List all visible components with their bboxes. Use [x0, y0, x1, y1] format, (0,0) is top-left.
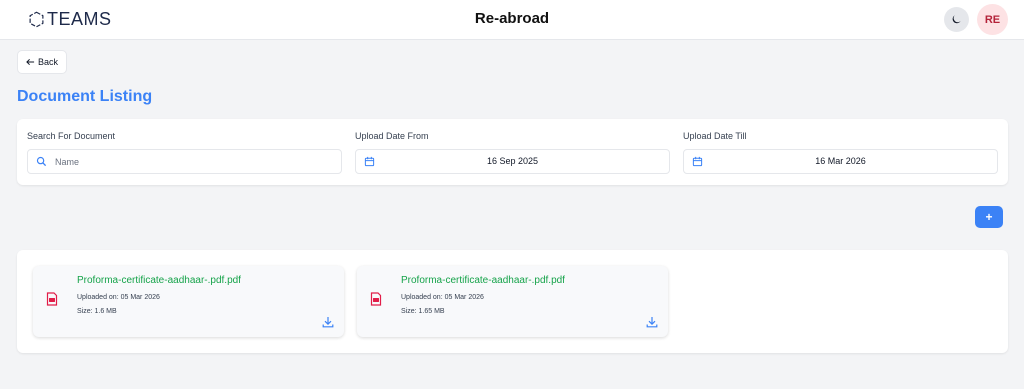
search-label: Search For Document — [27, 131, 116, 141]
add-document-button[interactable]: + — [975, 206, 1003, 228]
documents-panel: Proforma-certificate-aadhaar-.pdf.pdf Up… — [17, 250, 1008, 353]
page-title: Document Listing — [17, 88, 153, 105]
pdf-file-icon — [370, 292, 382, 306]
back-button-label: Back — [37, 57, 58, 67]
search-input[interactable] — [55, 150, 335, 173]
document-card[interactable]: Proforma-certificate-aadhaar-.pdf.pdf Up… — [33, 266, 344, 337]
top-header: TEAMS Re-abroad RE — [0, 0, 1024, 40]
search-field[interactable] — [27, 149, 342, 174]
document-size: Size: 1.6 MB — [77, 308, 117, 315]
moon-icon — [952, 15, 961, 24]
document-upload-date: Uploaded on: 05 Mar 2026 — [77, 294, 160, 301]
app-title: Re-abroad — [474, 10, 550, 27]
document-size: Size: 1.65 MB — [401, 308, 445, 315]
document-card[interactable]: Proforma-certificate-aadhaar-.pdf.pdf Up… — [357, 266, 668, 337]
pdf-file-icon — [46, 292, 58, 306]
document-name[interactable]: Proforma-certificate-aadhaar-.pdf.pdf — [77, 275, 241, 286]
download-icon[interactable] — [322, 316, 334, 328]
date-from-label: Upload Date From — [355, 131, 429, 141]
theme-toggle-button[interactable] — [944, 7, 969, 32]
document-upload-date: Uploaded on: 05 Mar 2026 — [401, 294, 484, 301]
document-name[interactable]: Proforma-certificate-aadhaar-.pdf.pdf — [401, 275, 565, 286]
search-icon — [36, 156, 47, 167]
back-button[interactable]: Back — [17, 50, 67, 74]
date-till-field[interactable]: 16 Mar 2026 — [683, 149, 998, 174]
date-from-value: 16 Sep 2025 — [486, 156, 539, 166]
filters-card: Search For Document Upload Date From 16 … — [17, 119, 1008, 185]
date-till-value: 16 Mar 2026 — [815, 156, 866, 166]
download-icon[interactable] — [646, 316, 658, 328]
date-from-field[interactable]: 16 Sep 2025 — [355, 149, 670, 174]
user-avatar[interactable]: RE — [977, 4, 1008, 35]
arrow-left-icon — [26, 58, 35, 66]
date-till-label: Upload Date Till — [683, 131, 747, 141]
